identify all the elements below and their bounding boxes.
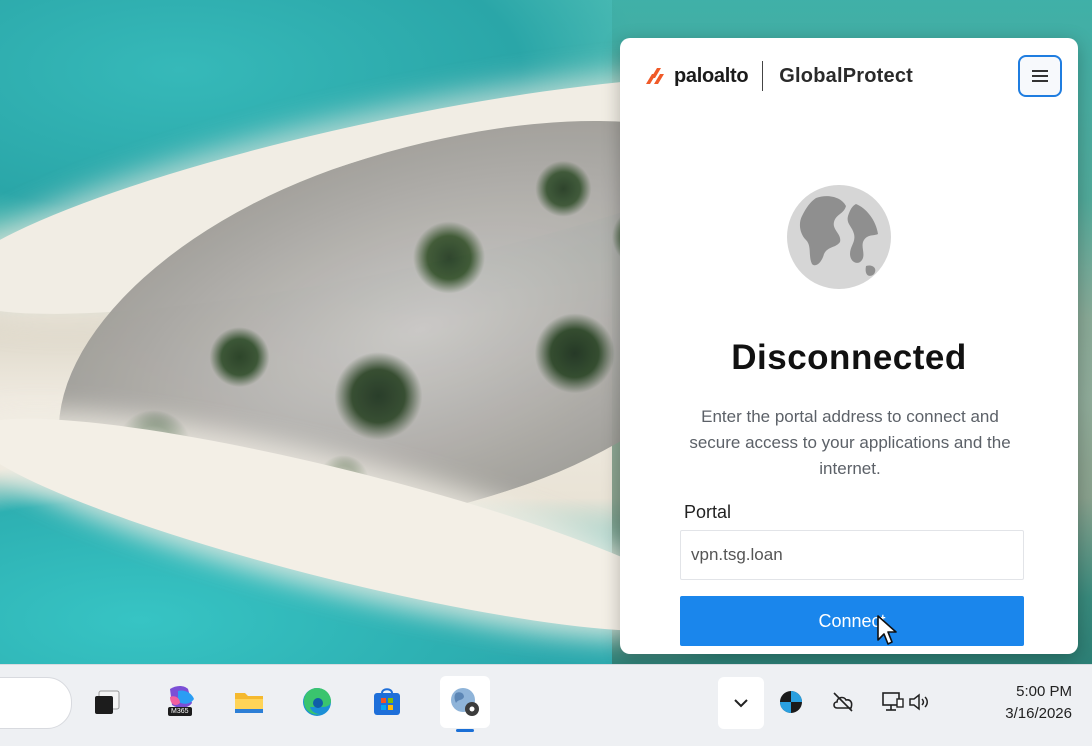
taskbar-search-box[interactable] [0,677,72,729]
globalprotect-tray-icon[interactable] [778,689,804,715]
mouse-pointer-icon [877,615,897,645]
paloalto-logo-icon [646,68,664,84]
file-explorer-icon[interactable] [232,685,266,719]
hamburger-icon [1032,67,1048,85]
panel-header: paloalto GlobalProtect [620,38,1078,114]
m365-copilot-icon[interactable]: M365 [164,685,202,719]
globalprotect-taskbar-icon [451,688,479,716]
globalprotect-taskbar-button[interactable] [440,676,490,728]
product-name: GlobalProtect [779,64,914,87]
edge-browser-icon[interactable] [300,685,334,719]
task-view-icon[interactable] [90,685,124,719]
connection-status-title: Disconnected [731,338,967,377]
taskbar: M365 5:00 PM 3/16/2026 [0,664,1092,746]
cloud-off-icon[interactable] [830,689,856,715]
portal-input[interactable] [680,530,1024,580]
hamburger-menu-button[interactable] [1018,55,1062,97]
clock-date: 3/16/2026 [1005,705,1072,722]
show-hidden-icons-button[interactable] [718,677,764,729]
active-app-indicator [456,729,474,732]
m365-badge: M365 [168,707,192,716]
globalprotect-panel: paloalto GlobalProtect Disconnected Ente… [620,38,1078,654]
connect-button[interactable]: Connect [680,596,1024,646]
brand-logo: paloalto GlobalProtect [642,61,914,91]
chevron-down-icon [734,699,748,708]
portal-label: Portal [684,502,732,522]
network-icon[interactable] [880,689,906,715]
brand-name: paloalto [674,64,749,87]
connection-status-description: Enter the portal address to connect and … [689,407,1011,478]
volume-icon[interactable] [906,689,932,715]
globe-icon [787,185,891,289]
clock-time: 5:00 PM [1016,683,1072,700]
microsoft-store-icon[interactable] [370,685,404,719]
brand-divider [762,61,764,91]
taskbar-clock[interactable]: 5:00 PM 3/16/2026 [962,681,1072,725]
